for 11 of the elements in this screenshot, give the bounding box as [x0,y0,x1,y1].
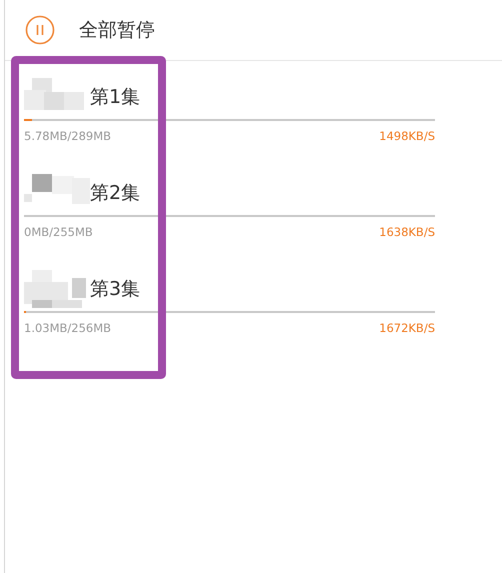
pause-icon [25,15,55,45]
download-speed: 1498KB/S [379,129,435,143]
episode-title: 第1集 [90,85,140,110]
download-speed: 1638KB/S [379,225,435,239]
download-size: 5.78MB/289MB [24,129,112,143]
download-speed: 1672KB/S [379,321,435,335]
download-size: 0MB/255MB [24,225,93,239]
pause-all-button[interactable]: 全部暂停 [25,15,155,45]
episode-title: 第3集 [90,277,140,302]
download-size: 1.03MB/256MB [24,321,112,335]
episode-title: 第2集 [90,181,140,206]
